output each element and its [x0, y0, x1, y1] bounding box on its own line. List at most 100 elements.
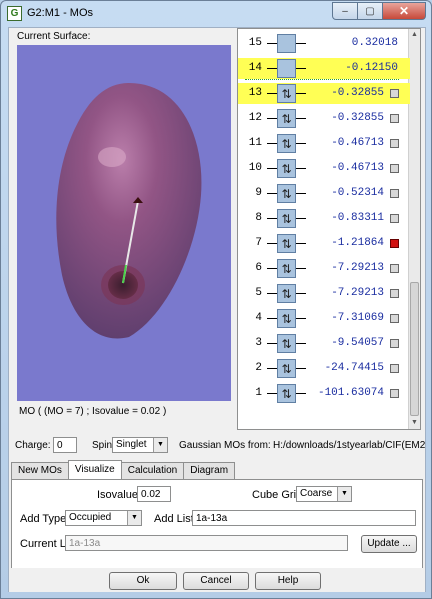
mo-row-14[interactable]: 14 -0.12150	[238, 58, 410, 79]
mo-level-line	[267, 118, 277, 119]
mo-row-1[interactable]: 1 ⇅ -101.63074	[238, 383, 410, 404]
mo-occupancy-box[interactable]: ⇅	[277, 309, 296, 328]
mo-occupancy-box[interactable]	[277, 34, 296, 53]
mo-visibility-checkbox[interactable]	[390, 114, 399, 123]
electron-pair-icon: ⇅	[281, 186, 292, 201]
mo-number: 8	[255, 212, 262, 224]
mo-energy: -7.29213	[331, 262, 384, 274]
mo-occupancy-box[interactable]: ⇅	[277, 159, 296, 178]
mo-row-11[interactable]: 11 ⇅ -0.46713	[238, 133, 410, 154]
mo-visibility-checkbox[interactable]	[390, 214, 399, 223]
isovalue-input[interactable]	[137, 486, 171, 502]
mo-occupancy-box[interactable]: ⇅	[277, 109, 296, 128]
scroll-down-arrow-icon[interactable]: ▼	[409, 417, 420, 429]
close-button[interactable]: ✕	[383, 2, 426, 20]
mo-occupancy-box[interactable]: ⇅	[277, 359, 296, 378]
chevron-down-icon: ▼	[337, 487, 351, 501]
mo-number: 13	[248, 87, 262, 99]
mo-visibility-checkbox[interactable]	[390, 89, 399, 98]
tab-calculation[interactable]: Calculation	[120, 462, 185, 479]
mo-level-line	[296, 43, 306, 44]
add-type-select[interactable]: Occupied ▼	[65, 510, 142, 526]
mo-occupancy-box[interactable]: ⇅	[277, 284, 296, 303]
mo-row-15[interactable]: 15 0.32018	[238, 33, 410, 54]
cube-grid-select[interactable]: Coarse ▼	[296, 486, 352, 502]
mo-level-line	[267, 368, 277, 369]
mo-row-5[interactable]: 5 ⇅ -7.29213	[238, 283, 410, 304]
mo-row-6[interactable]: 6 ⇅ -7.29213	[238, 258, 410, 279]
mo-visibility-checkbox[interactable]	[390, 339, 399, 348]
maximize-button[interactable]: ▢	[358, 2, 383, 20]
mo-visibility-checkbox[interactable]	[390, 389, 399, 398]
mo-row-7[interactable]: 7 ⇅ -1.21864	[238, 233, 410, 254]
mo-occupancy-box[interactable]	[277, 59, 296, 78]
mo-occupancy-box[interactable]: ⇅	[277, 384, 296, 403]
mo-visibility-checkbox[interactable]	[390, 314, 399, 323]
mo-row-2[interactable]: 2 ⇅ -24.74415	[238, 358, 410, 379]
mo-visibility-checkbox[interactable]	[390, 164, 399, 173]
mo-visibility-checkbox[interactable]	[390, 189, 399, 198]
mo-occupancy-box[interactable]: ⇅	[277, 234, 296, 253]
mo-level-line	[296, 143, 306, 144]
ok-button[interactable]: Ok	[109, 572, 177, 590]
mo-level-line	[296, 218, 306, 219]
electron-pair-icon: ⇅	[281, 261, 292, 276]
mo-row-12[interactable]: 12 ⇅ -0.32855	[238, 108, 410, 129]
mo-energy-list[interactable]: ▲ ▼ 15 0.32018 14 -0.12150 13 ⇅ -0.32855 12 ⇅ -0.…	[237, 28, 421, 430]
mo-energy: -101.63074	[317, 387, 384, 399]
mo-energy: -7.29213	[331, 287, 384, 299]
add-type-label: Add Type:	[20, 513, 70, 525]
chevron-down-icon: ▼	[153, 438, 167, 452]
tab-diagram[interactable]: Diagram	[183, 462, 236, 479]
mo-occupancy-box[interactable]: ⇅	[277, 209, 296, 228]
mo-row-13[interactable]: 13 ⇅ -0.32855	[238, 83, 410, 104]
mo-visibility-checkbox[interactable]	[390, 139, 399, 148]
mo-occupancy-box[interactable]: ⇅	[277, 334, 296, 353]
mo-level-line	[267, 43, 277, 44]
mo-occupancy-box[interactable]: ⇅	[277, 184, 296, 203]
chevron-down-icon: ▼	[127, 511, 141, 525]
tab-strip: New MOs Visualize Calculation Diagram	[11, 460, 236, 480]
mo-row-4[interactable]: 4 ⇅ -7.31069	[238, 308, 410, 329]
cube-grid-value: Coarse	[300, 488, 333, 499]
mo-row-3[interactable]: 3 ⇅ -9.54057	[238, 333, 410, 354]
mo-3d-viewport[interactable]	[17, 45, 231, 401]
mo-visibility-checkbox[interactable]	[390, 289, 399, 298]
dialog-body: Current Surface: MO ((MO = 7) ; Isovalu…	[8, 27, 426, 592]
mo-occupancy-box[interactable]: ⇅	[277, 84, 296, 103]
mo-visibility-checkbox[interactable]	[390, 239, 399, 248]
mo-level-line	[267, 293, 277, 294]
mo-visibility-checkbox[interactable]	[390, 264, 399, 273]
mo-visibility-checkbox[interactable]	[390, 364, 399, 373]
scroll-up-arrow-icon[interactable]: ▲	[409, 29, 420, 41]
mo-number: 1	[255, 387, 262, 399]
mo-occupancy-box[interactable]: ⇅	[277, 259, 296, 278]
update-button[interactable]: Update ...	[361, 535, 417, 553]
mo-level-line	[296, 293, 306, 294]
help-button[interactable]: Help	[255, 572, 321, 590]
mo-level-line	[267, 318, 277, 319]
tab-visualize[interactable]: Visualize	[67, 460, 122, 479]
minimize-button[interactable]: ‒	[332, 2, 358, 20]
mos-window: G G2:M1 - MOs ‒ ▢ ✕ Current Surface: MO …	[0, 0, 432, 599]
add-list-input[interactable]	[192, 510, 416, 526]
cancel-button[interactable]: Cancel	[183, 572, 249, 590]
mo-energy: -0.46713	[331, 162, 384, 174]
mo-level-line	[296, 118, 306, 119]
mo-row-9[interactable]: 9 ⇅ -0.52314	[238, 183, 410, 204]
mo-level-line	[267, 343, 277, 344]
mo-row-10[interactable]: 10 ⇅ -0.46713	[238, 158, 410, 179]
mo-occupancy-box[interactable]: ⇅	[277, 134, 296, 153]
mo-number: 4	[255, 312, 262, 324]
tab-new-mos[interactable]: New MOs	[11, 462, 69, 479]
mo-row-8[interactable]: 8 ⇅ -0.83311	[238, 208, 410, 229]
scrollbar-thumb[interactable]	[410, 282, 419, 416]
title-bar[interactable]: G G2:M1 - MOs ‒ ▢ ✕	[1, 1, 431, 27]
charge-input[interactable]	[53, 437, 77, 453]
mo-status-text: MO ( (MO = 7) ; Isovalue = 0.02 )	[19, 406, 167, 417]
surface-viewer-panel: Current Surface: MO ((MO = 7) ; Isovalu…	[13, 28, 235, 426]
mo-number: 7	[255, 237, 262, 249]
mo-level-line	[296, 68, 306, 69]
mo-level-line	[296, 193, 306, 194]
spin-select[interactable]: Singlet ▼	[112, 437, 168, 453]
